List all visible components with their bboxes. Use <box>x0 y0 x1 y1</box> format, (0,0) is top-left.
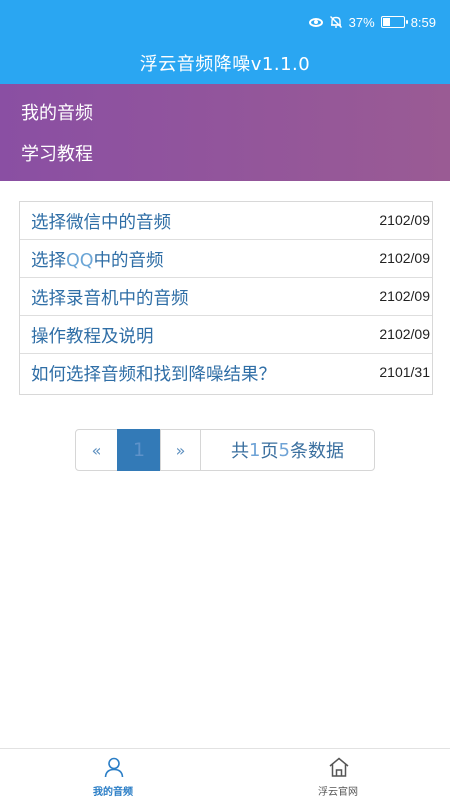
list-item-title: 选择微信中的音频 <box>31 213 171 233</box>
tab-my-audio[interactable]: 我的音频 <box>53 749 173 800</box>
header-bar: 37% 8:59 浮云音频降噪v1.1.0 <box>0 0 450 84</box>
next-page-button[interactable]: » <box>160 429 201 471</box>
bottom-tab-bar: 我的音频 浮云官网 <box>0 748 450 800</box>
app-title: 浮云音频降噪v1.1.0 <box>139 54 311 75</box>
tab-official-site[interactable]: 浮云官网 <box>278 749 398 800</box>
list-item[interactable]: 选择QQ中的音频 2102/09 <box>20 240 432 278</box>
summary-text: 页 <box>260 441 279 462</box>
home-icon <box>328 756 350 778</box>
title-part: 中的音频 <box>93 251 164 271</box>
clock: 8:59 <box>410 14 436 30</box>
list-item-title: 操作教程及说明 <box>31 327 154 347</box>
prev-page-button[interactable]: « <box>75 429 118 471</box>
title-part-qq: QQ <box>66 251 94 271</box>
page-summary: 共1页 5 条数据 <box>200 429 375 471</box>
summary-text: 条数据 <box>289 441 344 462</box>
list-item-title: 选择QQ中的音频 <box>31 247 164 272</box>
status-bar: 37% 8:59 <box>308 12 436 32</box>
tab-label: 我的音频 <box>93 787 133 798</box>
list-item[interactable]: 选择微信中的音频 2102/09 <box>20 202 432 240</box>
page-count: 1 <box>249 439 261 461</box>
list-item-date: 2102/09 <box>379 250 430 266</box>
summary-text: 共 <box>231 441 250 462</box>
battery-level <box>382 18 391 26</box>
title-part: 选择 <box>31 251 66 271</box>
battery-percent: 37% <box>348 14 375 30</box>
list-item[interactable]: 如何选择音频和找到降噪结果？ 2101/31 <box>20 354 432 394</box>
battery-icon <box>380 16 408 28</box>
list-item[interactable]: 操作教程及说明 2102/09 <box>20 316 432 354</box>
list-item-date: 2102/09 <box>379 326 430 342</box>
tab-label: 浮云官网 <box>318 787 358 798</box>
article-list: 选择微信中的音频 2102/09 选择QQ中的音频 2102/09 选择录音机中… <box>19 201 433 395</box>
menu-item-my-audio[interactable]: 我的音频 <box>21 99 93 125</box>
menu-item-tutorials[interactable]: 学习教程 <box>21 140 93 166</box>
list-item-title: 选择录音机中的音频 <box>31 289 189 309</box>
list-item-date: 2101/31 <box>379 364 430 380</box>
app-screen: 37% 8:59 浮云音频降噪v1.1.0 我的音频 学习教程 选择微信中的音频… <box>0 0 450 800</box>
list-item-date: 2102/09 <box>379 288 430 304</box>
user-icon <box>103 756 125 778</box>
list-item-date: 2102/09 <box>379 212 430 228</box>
mute-bell-icon <box>329 15 343 29</box>
list-item-title: 如何选择音频和找到降噪结果？ <box>31 365 276 385</box>
menu-panel: 我的音频 学习教程 <box>0 84 450 181</box>
list-item[interactable]: 选择录音机中的音频 2102/09 <box>20 278 432 316</box>
current-page-button[interactable]: 1 <box>117 429 161 471</box>
pagination: « 1 » 共1页 5 条数据 <box>75 429 375 471</box>
record-count: 5 <box>278 439 290 461</box>
eye-icon <box>308 17 323 27</box>
